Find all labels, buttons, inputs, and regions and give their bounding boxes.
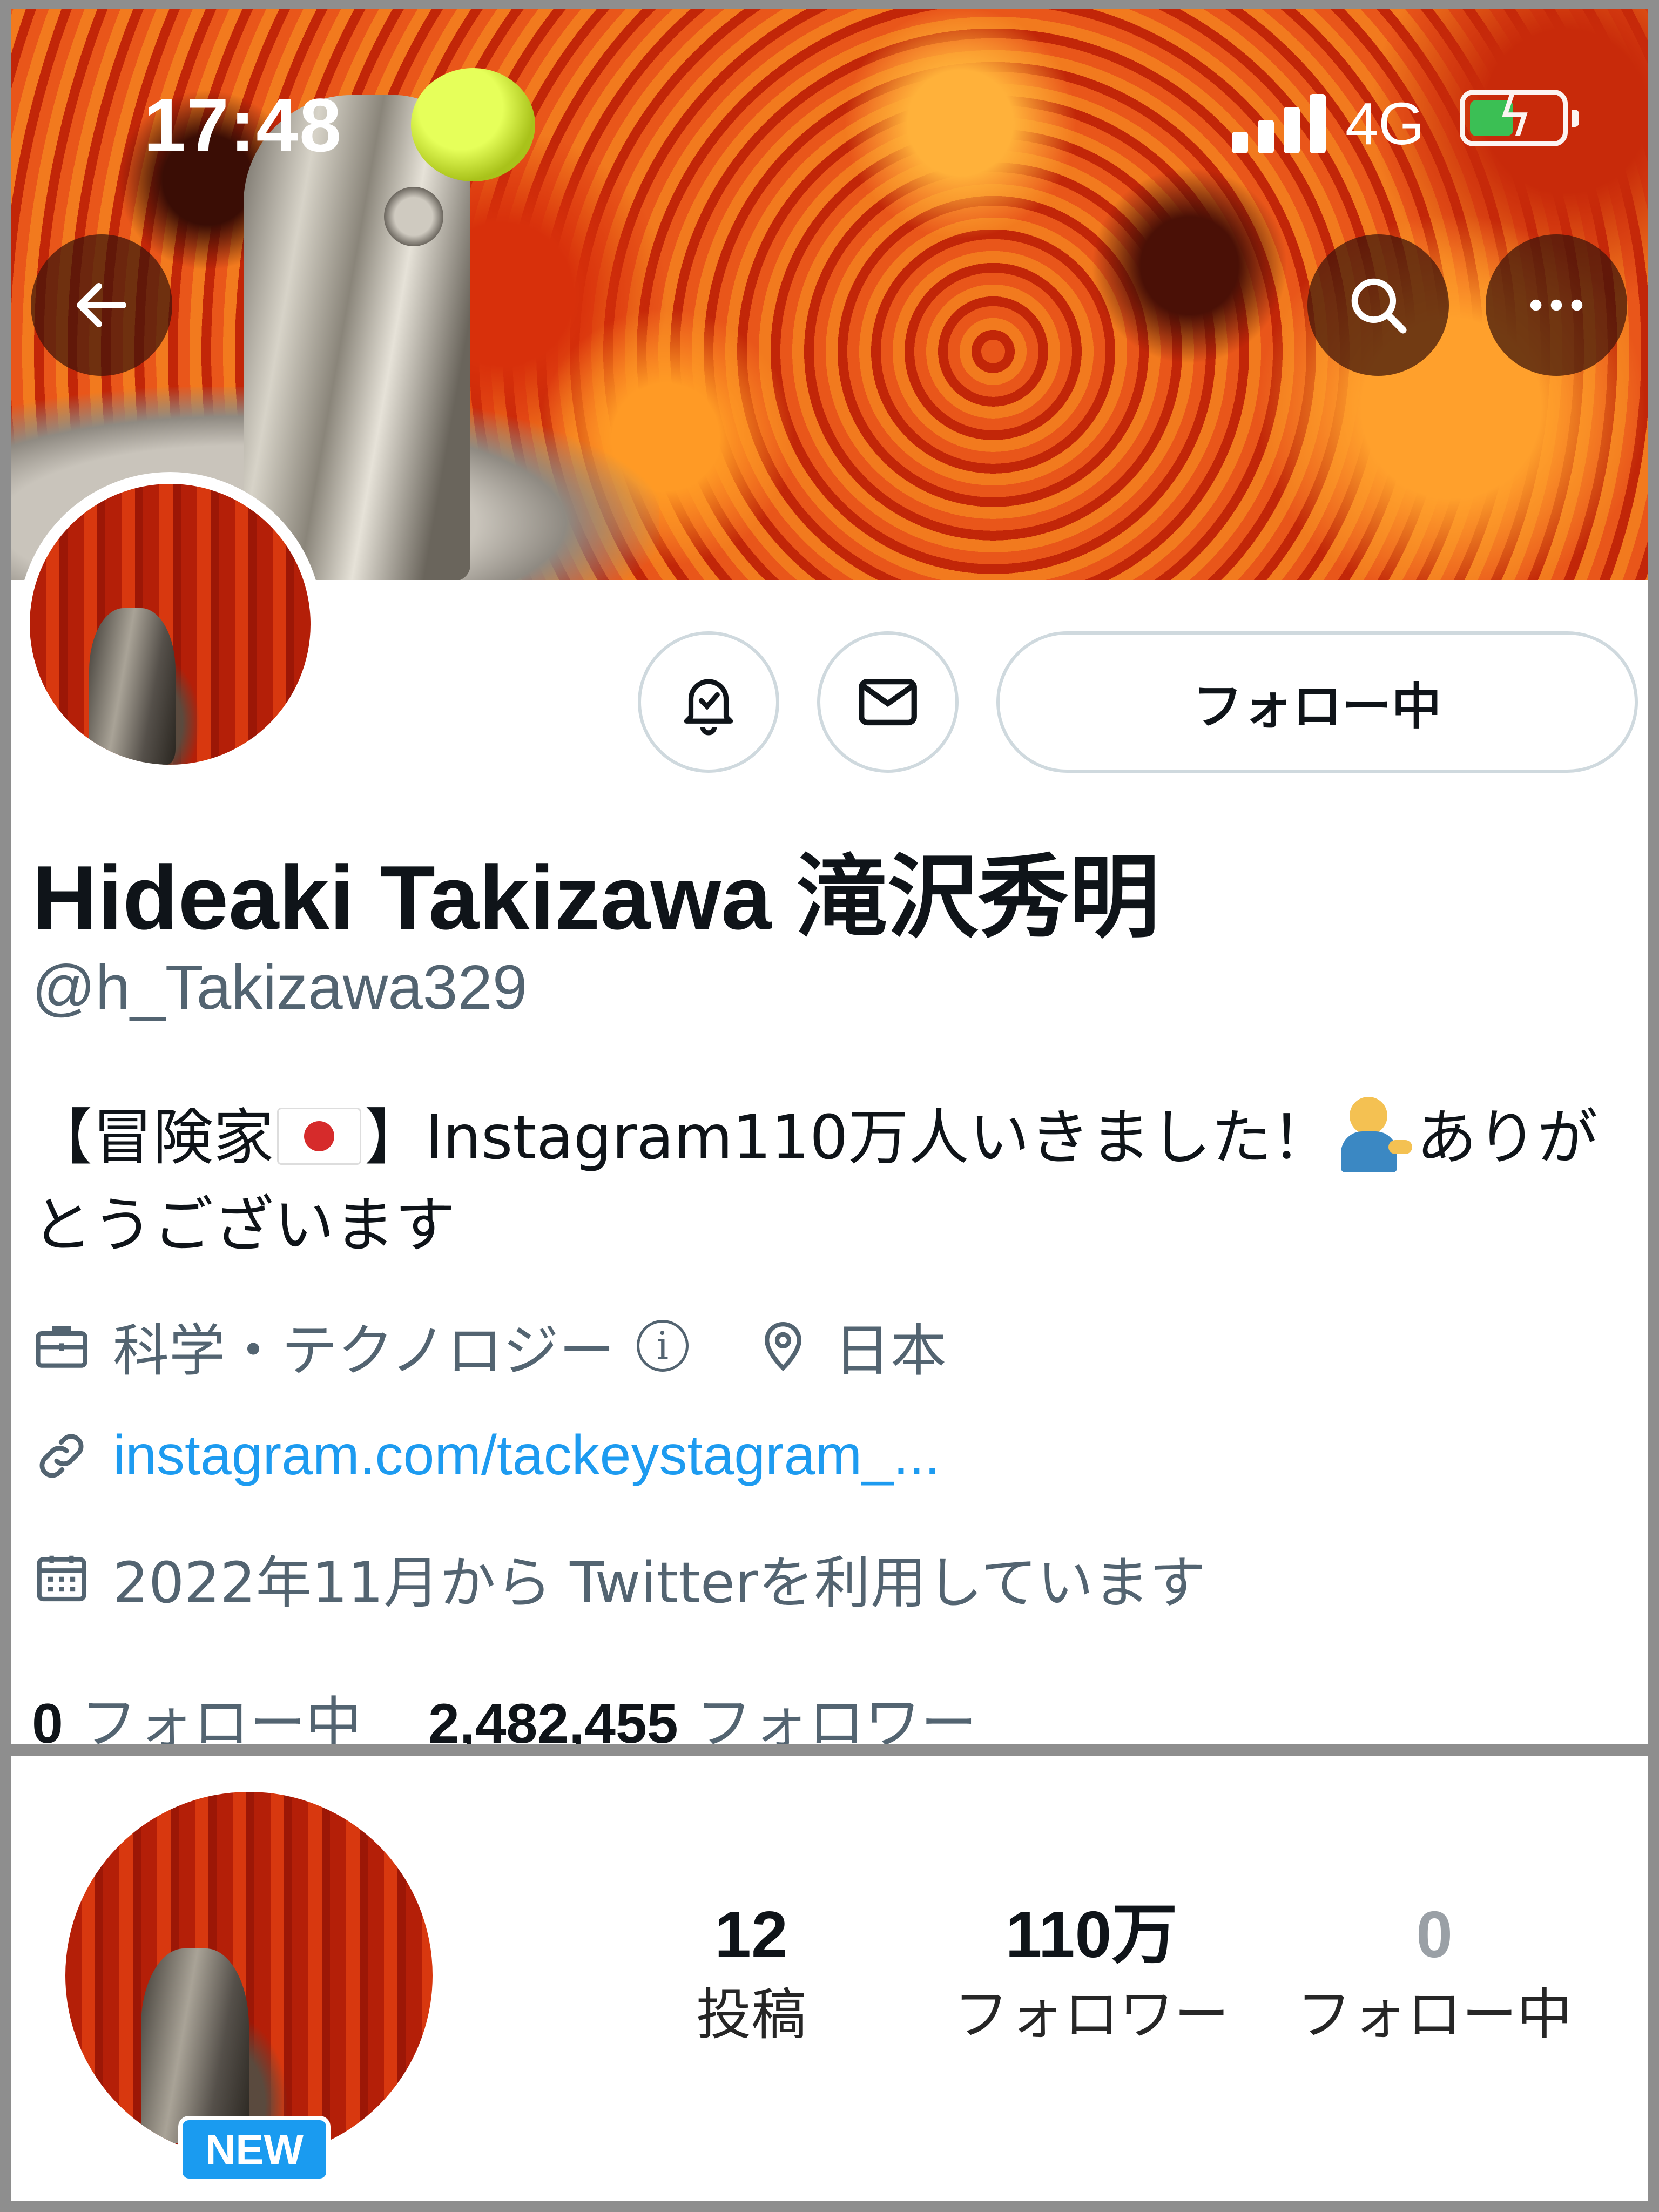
network-type: 4G bbox=[1345, 91, 1425, 157]
twitter-profile-screenshot: 17:48 4G ϟ フォロー中 Hideaki Takizawa 滝沢秀明 @… bbox=[11, 9, 1648, 1744]
instagram-following-stat[interactable]: 0 フォロー中 bbox=[1283, 1894, 1586, 2056]
joined-date-text: 2022年11月から Twitterを利用しています bbox=[113, 1550, 1206, 1616]
battery-icon: ϟ bbox=[1460, 90, 1579, 146]
followers-label: フォロワー bbox=[696, 1690, 977, 1744]
bio-text-1: 【冒険家 bbox=[32, 1103, 274, 1173]
search-icon bbox=[1351, 278, 1407, 334]
following-label: フォロー中 bbox=[80, 1690, 362, 1744]
followers-link[interactable]: 2,482,455 フォロワー bbox=[428, 1690, 977, 1744]
status-bar: 17:48 4G ϟ bbox=[11, 9, 1648, 167]
website-link[interactable]: instagram.com/tackeystagram_... bbox=[113, 1424, 940, 1488]
follow-counts: 0 フォロー中 2,482,455 フォロワー bbox=[32, 1677, 977, 1744]
following-link[interactable]: 0 フォロー中 bbox=[32, 1690, 362, 1744]
instagram-avatar-image bbox=[65, 1792, 433, 2159]
man-tipping-hand-icon bbox=[1337, 1097, 1412, 1172]
following-count: 0 bbox=[32, 1692, 63, 1744]
following-button[interactable]: フォロー中 bbox=[996, 631, 1638, 773]
more-options-button[interactable] bbox=[1486, 234, 1627, 376]
profile-meta-category: 科学・テクノロジー i 日本 bbox=[32, 1305, 947, 1386]
info-icon[interactable]: i bbox=[636, 1319, 689, 1372]
banner-mask bbox=[384, 187, 443, 246]
bio-text-2: 】Instagram110万人いきました！ bbox=[365, 1103, 1332, 1173]
instagram-following-count: 0 bbox=[1416, 1898, 1453, 1971]
instagram-followers-stat[interactable]: 110万 フォロワー bbox=[940, 1894, 1243, 2056]
profile-bio: 【冒険家 】Instagram110万人いきました！ ありがとうございます bbox=[32, 1094, 1625, 1269]
briefcase-icon bbox=[36, 1326, 87, 1368]
mail-icon bbox=[859, 678, 917, 726]
posts-count: 12 bbox=[714, 1898, 788, 1971]
link-icon bbox=[39, 1434, 84, 1478]
instagram-following-label: フォロー中 bbox=[1297, 1983, 1572, 2047]
profile-avatar[interactable] bbox=[18, 472, 322, 777]
avatar-figure bbox=[89, 608, 176, 765]
instagram-avatar-figure bbox=[141, 1948, 249, 2143]
location-text: 日本 bbox=[834, 1318, 947, 1384]
category-text: 科学・テクノロジー bbox=[113, 1318, 615, 1384]
posts-stat[interactable]: 12 投稿 bbox=[600, 1894, 902, 2056]
location-pin-icon bbox=[764, 1321, 801, 1371]
back-button[interactable] bbox=[31, 234, 172, 376]
back-arrow-icon bbox=[77, 283, 126, 327]
status-time: 17:48 bbox=[144, 83, 343, 167]
profile-meta-joined: 2022年11月から Twitterを利用しています bbox=[32, 1537, 1206, 1618]
profile-meta-link: instagram.com/tackeystagram_... bbox=[32, 1424, 940, 1488]
notifications-button[interactable] bbox=[638, 631, 779, 773]
bell-check-icon bbox=[684, 679, 733, 736]
more-icon bbox=[1530, 299, 1583, 311]
search-button[interactable] bbox=[1307, 234, 1449, 376]
instagram-avatar[interactable] bbox=[65, 1792, 433, 2159]
instagram-followers-count: 110万 bbox=[1005, 1898, 1178, 1971]
new-badge: NEW bbox=[178, 2116, 331, 2183]
message-button[interactable] bbox=[817, 631, 959, 773]
instagram-profile-screenshot: NEW 12 投稿 110万 フォロワー 0 フォロー中 bbox=[11, 1756, 1648, 2201]
instagram-followers-label: フォロワー bbox=[954, 1983, 1229, 2047]
display-name: Hideaki Takizawa 滝沢秀明 bbox=[32, 847, 1160, 948]
avatar-image bbox=[30, 484, 311, 765]
posts-label: 投稿 bbox=[696, 1983, 806, 2047]
japan-flag-icon bbox=[277, 1108, 361, 1165]
signal-icon bbox=[1232, 94, 1329, 153]
followers-count: 2,482,455 bbox=[428, 1692, 678, 1744]
calendar-icon bbox=[37, 1555, 86, 1601]
username: @h_Takizawa329 bbox=[32, 952, 528, 1022]
